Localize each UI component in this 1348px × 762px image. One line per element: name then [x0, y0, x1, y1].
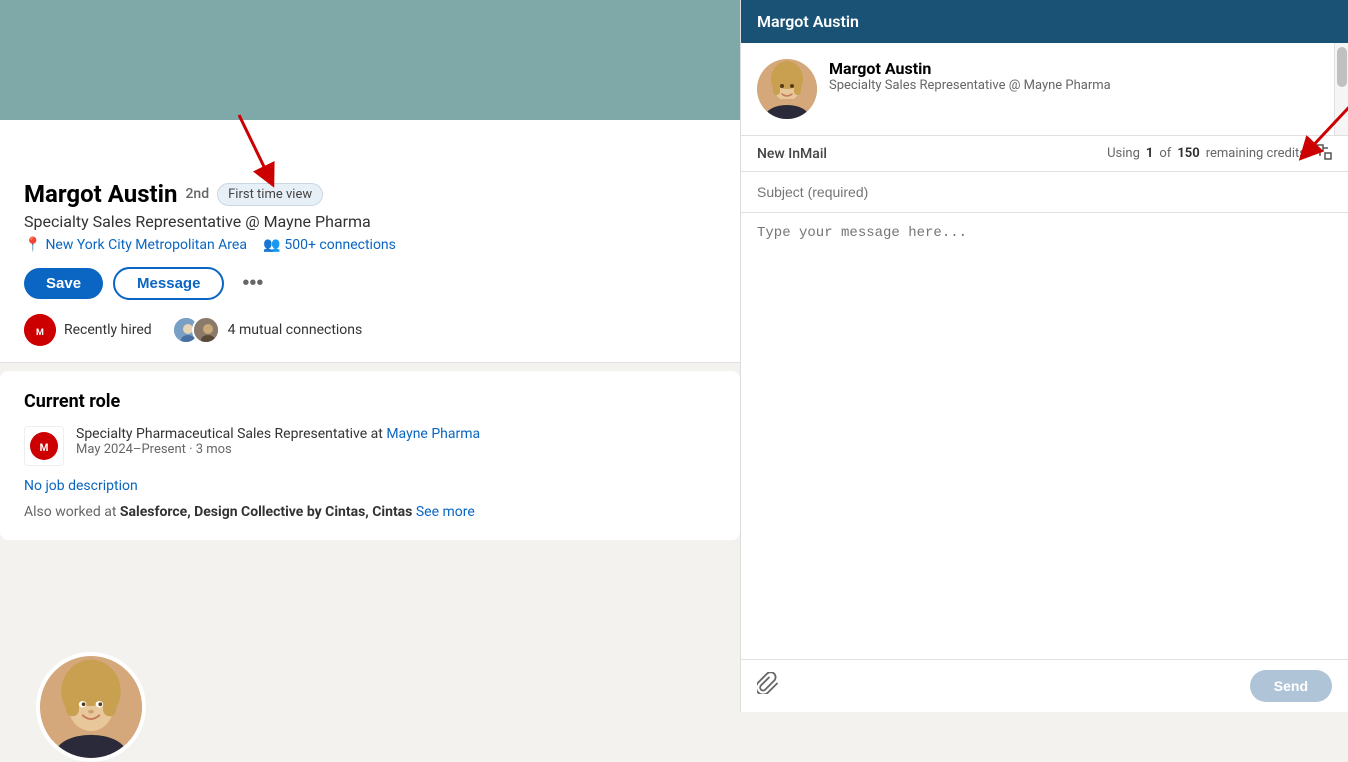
first-time-badge: First time view: [217, 183, 323, 206]
role-title: Specialty Pharmaceutical Sales Represent…: [76, 426, 480, 442]
inmail-avatar: [757, 59, 817, 119]
profile-header-bg: [0, 0, 740, 120]
credits-of: of: [1159, 146, 1171, 161]
inmail-compose-bar: New InMail Using 1 of 150 remaining cred…: [741, 136, 1348, 172]
new-inmail-label: New InMail: [757, 146, 827, 162]
mutual-avatar-2: [192, 316, 220, 344]
profile-avatar: [40, 656, 142, 712]
paperclip-icon: [757, 672, 779, 694]
connections-icon: 👥: [263, 237, 280, 253]
mutual-connections-item: 4 mutual connections: [172, 316, 363, 344]
also-worked: Also worked at Salesforce, Design Collec…: [24, 504, 716, 520]
current-role-section: Current role M Specialty Pharmaceutical …: [0, 371, 740, 540]
inmail-header: Margot Austin: [741, 0, 1348, 43]
company-logo: M: [24, 426, 64, 466]
recently-hired-icon: M: [24, 314, 56, 346]
profile-title: Specialty Sales Representative @ Mayne P…: [24, 212, 716, 231]
message-button[interactable]: Message: [113, 267, 224, 300]
credits-used: 1: [1146, 146, 1153, 161]
location-item: 📍 New York City Metropolitan Area: [24, 237, 247, 253]
subject-input[interactable]: [741, 172, 1348, 213]
save-button[interactable]: Save: [24, 268, 103, 299]
role-item: M Specialty Pharmaceutical Sales Represe…: [24, 426, 716, 466]
scrollbar[interactable]: [1334, 43, 1348, 135]
role-company-link[interactable]: Mayne Pharma: [386, 426, 480, 442]
credits-suffix: remaining credits: [1206, 146, 1306, 161]
send-button[interactable]: Send: [1250, 670, 1332, 702]
profile-name: Margot Austin: [24, 180, 177, 208]
more-options-button[interactable]: •••: [234, 268, 271, 299]
profile-avatar-container: [36, 652, 146, 712]
profile-info-area: Margot Austin 2nd First time view Specia…: [0, 120, 740, 363]
message-textarea[interactable]: [741, 213, 1348, 659]
credits-area: Using 1 of 150 remaining credits: [1107, 144, 1332, 163]
name-row: Margot Austin 2nd First time view: [24, 180, 716, 208]
inmail-profile-info: Margot Austin Specialty Sales Representa…: [829, 59, 1111, 93]
role-details: Specialty Pharmaceutical Sales Represent…: [76, 426, 480, 466]
right-panel: Margot Austin Margot Austin Specialty Sa…: [740, 0, 1348, 712]
also-worked-prefix: Also worked at: [24, 504, 120, 520]
connections-text: 500+ connections: [284, 237, 395, 253]
profile-meta: 📍 New York City Metropolitan Area 👥 500+…: [24, 237, 716, 253]
mutual-connections-label: 4 mutual connections: [228, 322, 363, 338]
inmail-header-title: Margot Austin: [757, 12, 859, 31]
credits-total: 150: [1177, 146, 1199, 161]
compose-footer: Send: [741, 659, 1348, 712]
expand-icon: [1316, 144, 1332, 160]
inmail-profile-title: Specialty Sales Representative @ Mayne P…: [829, 78, 1111, 93]
credits-prefix: Using: [1107, 146, 1140, 161]
attach-button[interactable]: [757, 672, 779, 700]
role-title-text: Specialty Pharmaceutical Sales Represent…: [76, 426, 386, 442]
see-more-link[interactable]: See more: [416, 504, 475, 520]
current-role-title: Current role: [24, 391, 716, 412]
role-date: May 2024–Present · 3 mos: [76, 442, 480, 457]
no-description: No job description: [24, 478, 716, 494]
location-text: New York City Metropolitan Area: [45, 237, 247, 253]
degree-badge: 2nd: [185, 186, 209, 202]
also-worked-companies: Salesforce, Design Collective by Cintas,…: [120, 504, 416, 520]
recently-hired-label: Recently hired: [64, 322, 152, 338]
svg-text:M: M: [36, 328, 44, 338]
mutual-avatars: [172, 316, 220, 344]
left-panel: Margot Austin 2nd First time view Specia…: [0, 0, 740, 712]
scrollbar-thumb: [1337, 47, 1347, 87]
inmail-profile-name: Margot Austin: [829, 59, 1111, 78]
insight-row: M Recently hired: [24, 314, 716, 346]
connections-item: 👥 500+ connections: [263, 237, 396, 253]
action-buttons: Save Message •••: [24, 267, 716, 300]
svg-text:M: M: [40, 443, 49, 454]
recently-hired-item: M Recently hired: [24, 314, 152, 346]
expand-button[interactable]: [1316, 144, 1332, 163]
location-icon: 📍: [24, 237, 41, 253]
inmail-profile-section: Margot Austin Specialty Sales Representa…: [741, 43, 1348, 136]
